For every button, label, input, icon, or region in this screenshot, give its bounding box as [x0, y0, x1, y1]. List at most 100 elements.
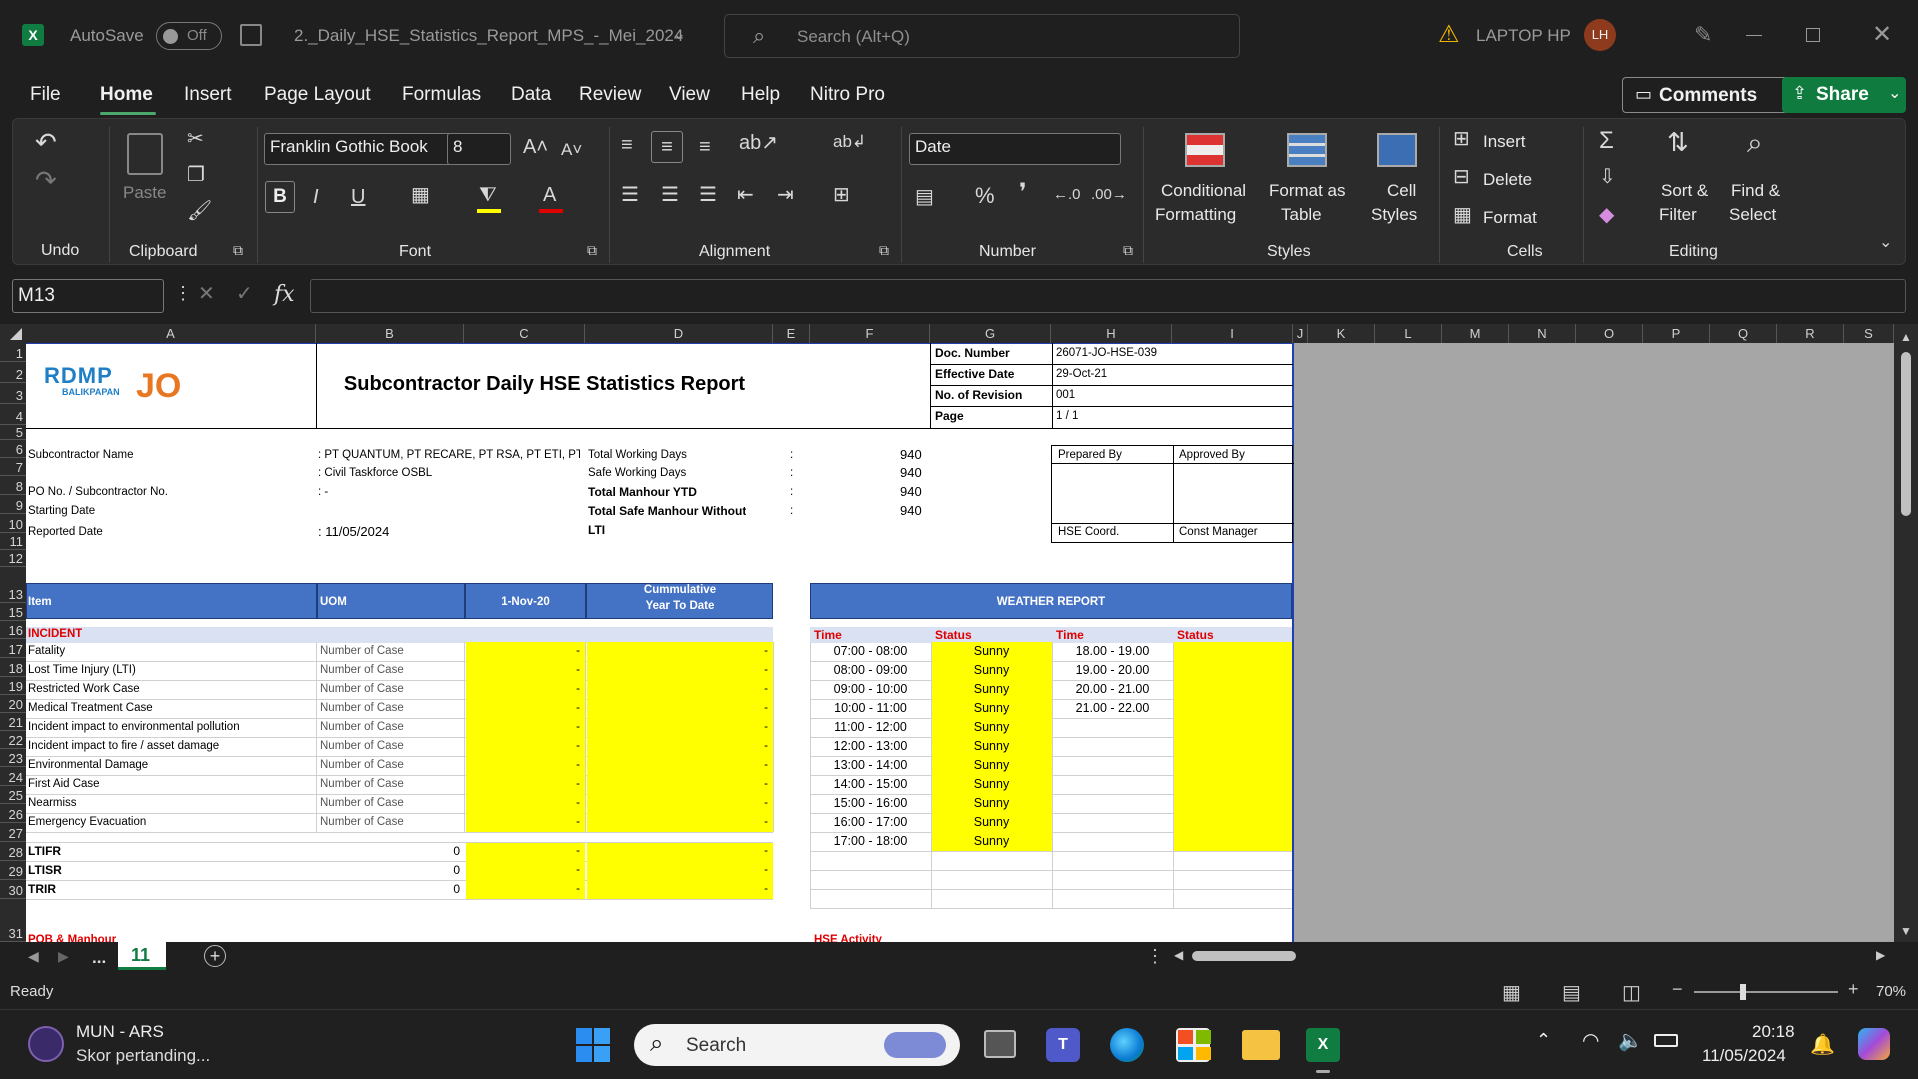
uom-cell[interactable]: Number of Case	[320, 775, 404, 793]
undo-icon[interactable]: ↶	[35, 129, 57, 155]
total-working-days-value[interactable]: 940	[900, 446, 922, 464]
weather-status[interactable]: Sunny	[931, 756, 1052, 774]
align-right-icon[interactable]: ☰	[699, 185, 717, 205]
format-cells-button[interactable]: Format	[1483, 208, 1537, 228]
column-header-o[interactable]: O	[1576, 324, 1643, 343]
outside-print-area[interactable]	[1294, 343, 1894, 942]
weather-status[interactable]: Sunny	[931, 718, 1052, 736]
find-select-label-1[interactable]: Find &	[1731, 181, 1780, 201]
name-box[interactable]: M13	[12, 279, 164, 313]
effective-date-value[interactable]: 29-Oct-21	[1056, 365, 1107, 383]
uom-cell[interactable]: Number of Case	[320, 813, 404, 831]
delete-cells-icon[interactable]: ⊟	[1453, 167, 1470, 187]
number-format-select[interactable]: Date	[909, 133, 1121, 165]
weather-time[interactable]: 08:00 - 09:00	[810, 661, 931, 679]
find-select-icon[interactable]: ⌕	[1747, 129, 1763, 157]
uom-cell[interactable]: Number of Case	[320, 794, 404, 812]
cumulative-value[interactable]: -	[587, 661, 768, 679]
file-name[interactable]: 2._Daily_HSE_Statistics_Report_MPS_-_Mei…	[294, 26, 683, 46]
align-center-icon[interactable]: ☰	[661, 185, 679, 205]
delete-cells-button[interactable]: Delete	[1483, 170, 1532, 190]
uom-cell[interactable]: Number of Case	[320, 699, 404, 717]
menu-file[interactable]: File	[30, 84, 61, 106]
weather-time[interactable]: 10:00 - 11:00	[810, 699, 931, 717]
total-safe-manhour-value[interactable]: 940	[900, 502, 922, 520]
row-header[interactable]: 11	[0, 533, 26, 550]
percent-icon[interactable]: %	[975, 185, 995, 207]
redo-icon[interactable]: ↷	[35, 167, 57, 193]
find-select-label-2[interactable]: Select	[1729, 205, 1776, 225]
decrease-indent-icon[interactable]: ⇤	[737, 185, 754, 205]
cumulative-value[interactable]: -	[587, 861, 768, 879]
row-header[interactable]: 20	[0, 695, 26, 713]
safe-working-days-value[interactable]: 940	[900, 464, 922, 482]
increase-decimal-icon[interactable]: ←.0	[1053, 187, 1081, 202]
notification-bell-icon[interactable]: 🔔	[1810, 1032, 1835, 1057]
weather-time[interactable]: 16:00 - 17:00	[810, 813, 931, 831]
align-bottom-icon[interactable]: ≡	[699, 137, 711, 157]
zoom-level[interactable]: 70%	[1876, 983, 1906, 1000]
restore-icon[interactable]	[1806, 28, 1820, 42]
tab-split-handle-icon[interactable]: ⋮	[1146, 946, 1164, 967]
add-sheet-icon[interactable]: +	[204, 945, 226, 967]
row-header[interactable]: 5	[0, 425, 26, 440]
normal-view-icon[interactable]: ▦	[1502, 980, 1521, 1005]
row-header[interactable]: 19	[0, 677, 26, 695]
menu-home[interactable]: Home	[100, 84, 153, 106]
weather-status[interactable]: Sunny	[931, 794, 1052, 812]
scroll-up-icon[interactable]: ▲	[1900, 330, 1912, 344]
weather-time[interactable]: 14:00 - 15:00	[810, 775, 931, 793]
page-break-view-icon[interactable]: ◫	[1622, 980, 1641, 1005]
column-header-c[interactable]: C	[464, 324, 585, 343]
row-header[interactable]: 18	[0, 658, 26, 677]
prev-sheet-icon[interactable]: ◀	[28, 948, 39, 965]
search-box[interactable]: ⌕ Search (Alt+Q)	[724, 14, 1240, 58]
fill-icon[interactable]: ⇩	[1599, 167, 1616, 187]
weather-time[interactable]: 21.00 - 22.00	[1052, 699, 1173, 717]
store-icon[interactable]	[1176, 1028, 1211, 1062]
font-size-select[interactable]: 8	[447, 133, 511, 165]
task-view-icon[interactable]	[984, 1030, 1016, 1058]
decrease-font-icon[interactable]: A˅	[561, 141, 582, 158]
align-top-icon[interactable]: ≡	[621, 135, 633, 155]
weather-time[interactable]: 09:00 - 10:00	[810, 680, 931, 698]
cumulative-value[interactable]: -	[587, 680, 768, 698]
incident-item[interactable]: Nearmiss	[28, 794, 77, 812]
po-number-value[interactable]: : -	[318, 483, 328, 501]
weather-time[interactable]: 18.00 - 19.00	[1052, 642, 1173, 660]
row-header[interactable]: 22	[0, 731, 26, 749]
row-header[interactable]: 8	[0, 476, 26, 495]
zoom-slider-thumb[interactable]	[1740, 984, 1746, 1000]
cumulative-value[interactable]: -	[587, 880, 768, 898]
sort-filter-label-2[interactable]: Filter	[1659, 205, 1697, 225]
menu-page-layout[interactable]: Page Layout	[264, 84, 371, 106]
increase-indent-icon[interactable]: ⇥	[777, 185, 794, 205]
insert-cells-button[interactable]: Insert	[1483, 132, 1526, 152]
minimize-icon[interactable]	[1746, 35, 1762, 36]
cumulative-value[interactable]: -	[587, 842, 768, 860]
paste-icon[interactable]	[127, 133, 163, 175]
weather-status[interactable]: Sunny	[931, 775, 1052, 793]
uom-cell[interactable]: Number of Case	[320, 718, 404, 736]
account-name[interactable]: LAPTOP HP	[1476, 26, 1571, 46]
file-explorer-icon[interactable]	[1242, 1030, 1280, 1060]
row-header[interactable]: 3	[0, 383, 26, 404]
borders-icon[interactable]: ▦	[411, 185, 430, 205]
doc-number-value[interactable]: 26071-JO-HSE-039	[1056, 344, 1157, 362]
conditional-formatting-icon[interactable]	[1185, 133, 1225, 167]
clock-date[interactable]: 11/05/2024	[1702, 1046, 1786, 1066]
format-painter-icon[interactable]: 🖌	[187, 201, 212, 221]
row-header[interactable]: 9	[0, 495, 26, 514]
subcontractor-name-value[interactable]: : PT QUANTUM, PT RECARE, PT RSA, PT ETI,…	[318, 446, 580, 464]
weather-status[interactable]: Sunny	[931, 737, 1052, 755]
weather-time[interactable]: 17:00 - 18:00	[810, 832, 931, 850]
column-header-m[interactable]: M	[1442, 324, 1509, 343]
cancel-icon[interactable]: ✕	[198, 284, 215, 304]
column-header-f[interactable]: F	[810, 324, 930, 343]
incident-item[interactable]: First Aid Case	[28, 775, 100, 793]
edge-icon[interactable]	[1110, 1028, 1144, 1062]
paste-button[interactable]: Paste	[123, 183, 166, 203]
cumulative-value[interactable]: -	[587, 756, 768, 774]
incident-item[interactable]: Medical Treatment Case	[28, 699, 153, 717]
conditional-formatting-label-2[interactable]: Formatting	[1155, 205, 1236, 225]
